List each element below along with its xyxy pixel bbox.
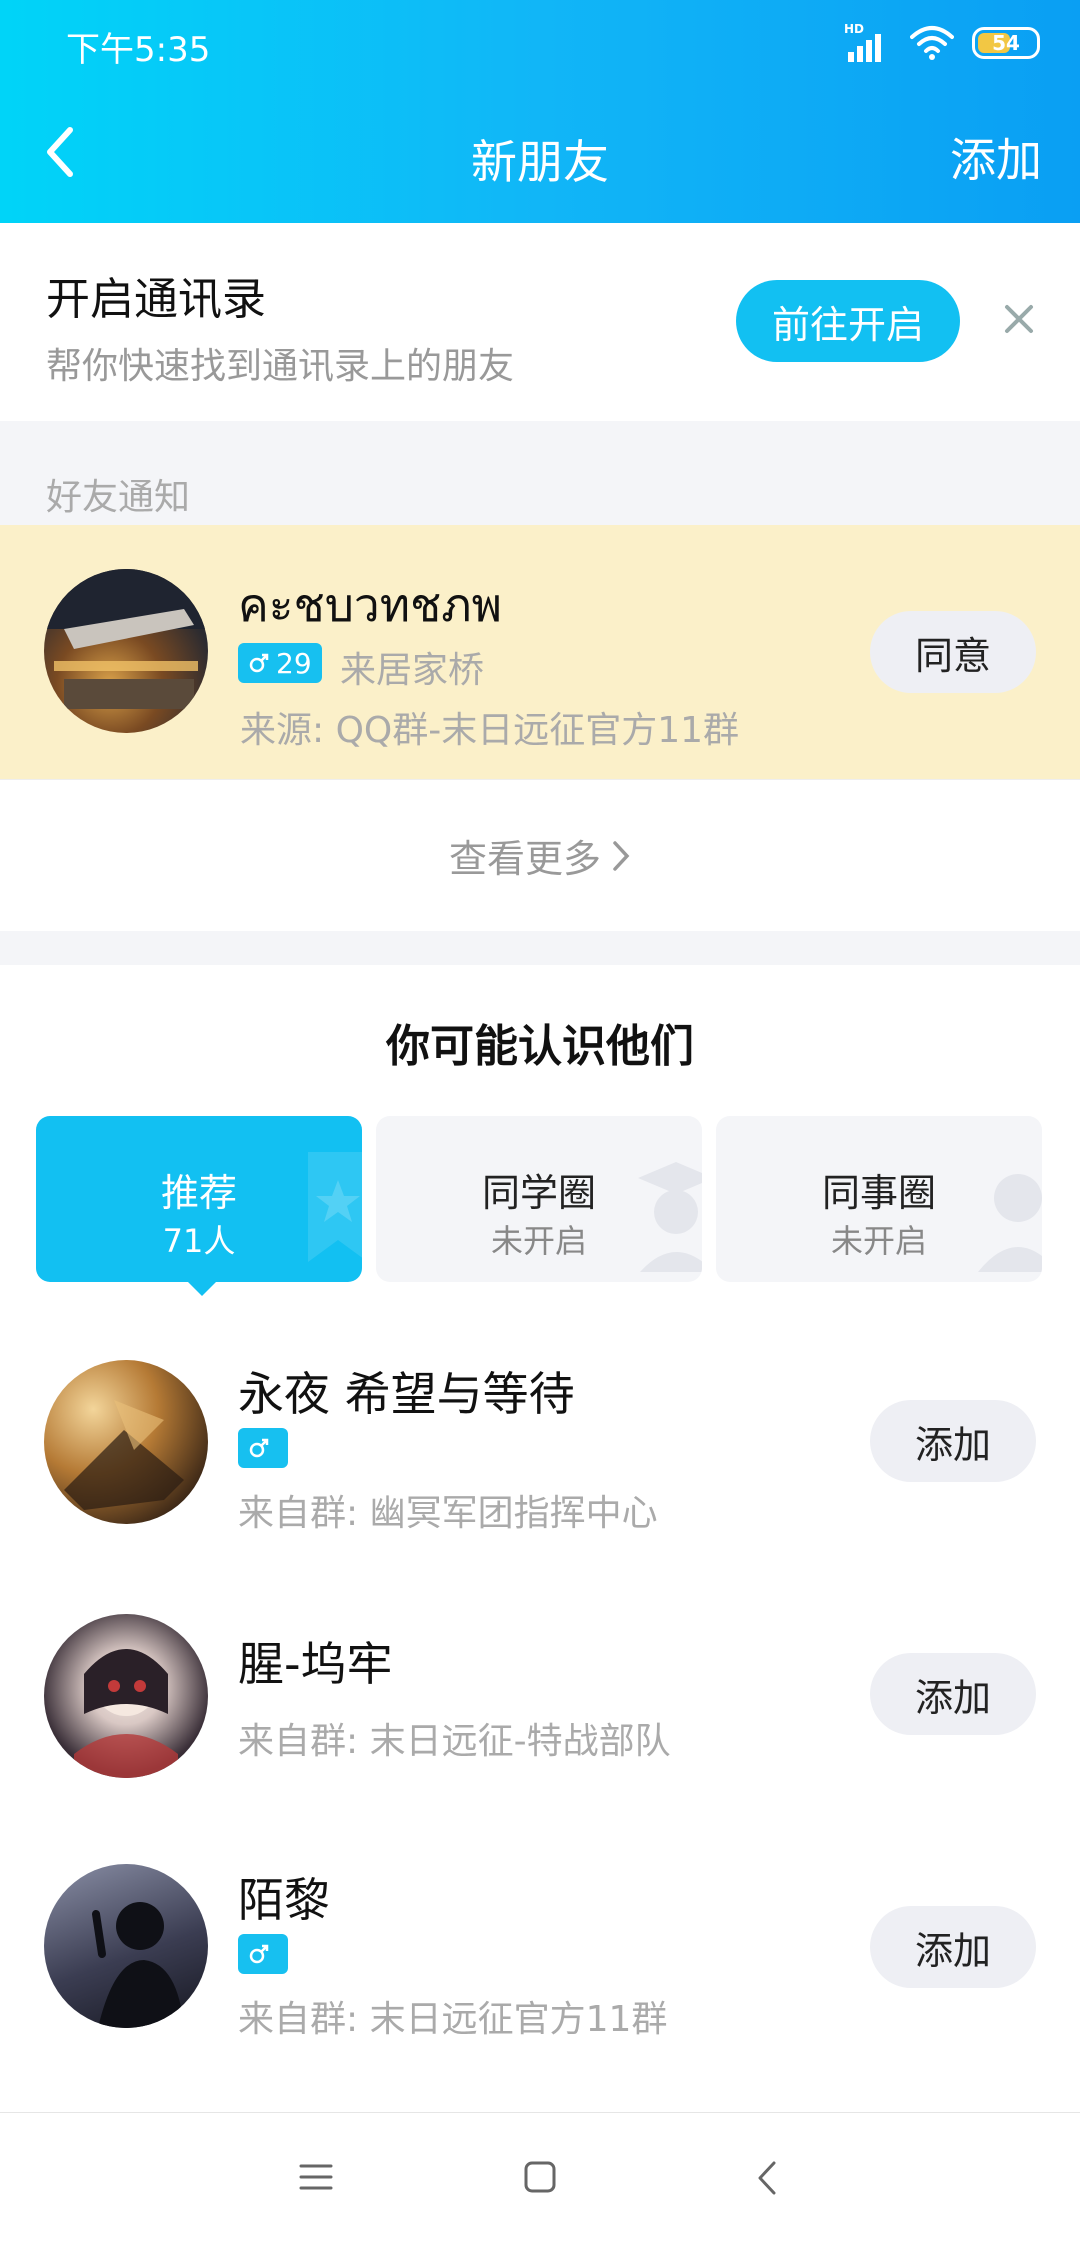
tab-colleagues[interactable]: 同事圈 未开启 (716, 1116, 1042, 1282)
requester-location: 来居家桥 (340, 650, 485, 691)
system-nav-bar (0, 2112, 1080, 2244)
suggestions-title: 你可能认识他们 (386, 1021, 694, 1072)
gender-badge (238, 1428, 288, 1468)
wifi-icon (910, 26, 954, 60)
person-source: 来自群: 末日远征-特战部队 (238, 1721, 671, 1762)
requester-source: 来源: QQ群-末日远征官方11群 (240, 710, 740, 751)
list-item[interactable]: 永夜 希望与等待 来自群: 幽冥军团指挥中心 添加 (0, 1340, 1080, 1580)
page-title: 新朋友 (471, 135, 609, 189)
person-name: 永夜 希望与等待 (238, 1367, 575, 1421)
list-item[interactable]: 陌黎 来自群: 末日远征官方11群 添加 (0, 1850, 1080, 2090)
contacts-banner-title: 开启通讯录 (46, 274, 266, 325)
tab-classmates[interactable]: 同学圈 未开启 (376, 1116, 702, 1282)
status-bar: 下午5:35 HD 54 (0, 0, 1080, 90)
status-icons: HD 54 (844, 20, 1040, 66)
tab-colleagues-status: 未开启 (830, 1222, 927, 1260)
avatar[interactable] (44, 1614, 208, 1778)
close-icon[interactable] (1002, 302, 1036, 336)
friend-request-item[interactable]: คะชบวทชภพ 29 来居家桥 来源: QQ群-末日远征官方11群 同意 (0, 525, 1080, 779)
contacts-banner: 开启通讯录 帮你快速找到通讯录上的朋友 前往开启 (0, 223, 1080, 421)
male-icon (249, 1438, 269, 1458)
enable-contacts-button[interactable]: 前往开启 (736, 280, 960, 362)
person-source: 来自群: 末日远征官方11群 (238, 1999, 668, 2040)
battery-level: 54 (992, 31, 1020, 55)
person-name: 腥-坞牢 (238, 1637, 393, 1691)
menu-icon[interactable] (298, 2159, 334, 2195)
person-name: 陌黎 (238, 1873, 330, 1927)
tab-recommend-title: 推荐 (160, 1171, 237, 1215)
see-more-label: 查看更多 (448, 837, 601, 881)
add-friend-button[interactable]: 添加 (870, 1906, 1036, 1988)
list-item[interactable]: 腥-坞牢 来自群: 末日远征-特战部队 添加 (0, 1600, 1080, 1820)
add-friend-button[interactable]: 添加 (870, 1400, 1036, 1482)
status-time: 下午5:35 (66, 30, 211, 70)
male-icon (249, 1944, 269, 1964)
see-more-link[interactable]: 查看更多 (0, 779, 1080, 931)
back-triangle-icon[interactable] (752, 2159, 782, 2197)
signal-icon: HD (844, 22, 892, 62)
avatar[interactable] (44, 1864, 208, 2028)
male-icon (249, 653, 269, 673)
section-divider (0, 931, 1080, 965)
gender-badge (238, 1934, 288, 1974)
tab-colleagues-title: 同事圈 (821, 1171, 936, 1215)
tab-classmates-status: 未开启 (490, 1222, 587, 1260)
requester-name: คะชบวทชภพ (238, 578, 502, 632)
requester-age: 29 (276, 646, 312, 680)
chevron-right-icon (613, 840, 630, 871)
accept-button[interactable]: 同意 (870, 611, 1036, 693)
avatar[interactable] (44, 569, 208, 733)
friend-notice-label: 好友通知 (46, 477, 191, 518)
person-source: 来自群: 幽冥军团指挥中心 (238, 1493, 658, 1534)
tab-indicator (184, 1278, 220, 1296)
gender-age-badge: 29 (238, 643, 322, 683)
tab-classmates-title: 同学圈 (481, 1171, 596, 1215)
app-header: 下午5:35 HD 54 新朋友 添加 (0, 0, 1080, 223)
avatar[interactable] (44, 1360, 208, 1524)
add-friend-button[interactable]: 添加 (870, 1653, 1036, 1735)
tab-recommend-count: 71人 (162, 1222, 236, 1260)
contacts-banner-subtitle: 帮你快速找到通讯录上的朋友 (46, 346, 515, 387)
battery-icon: 54 (972, 27, 1040, 59)
square-icon[interactable] (522, 2159, 558, 2195)
add-button[interactable]: 添加 (950, 124, 1042, 190)
tab-recommend[interactable]: 推荐 71人 (36, 1116, 362, 1282)
